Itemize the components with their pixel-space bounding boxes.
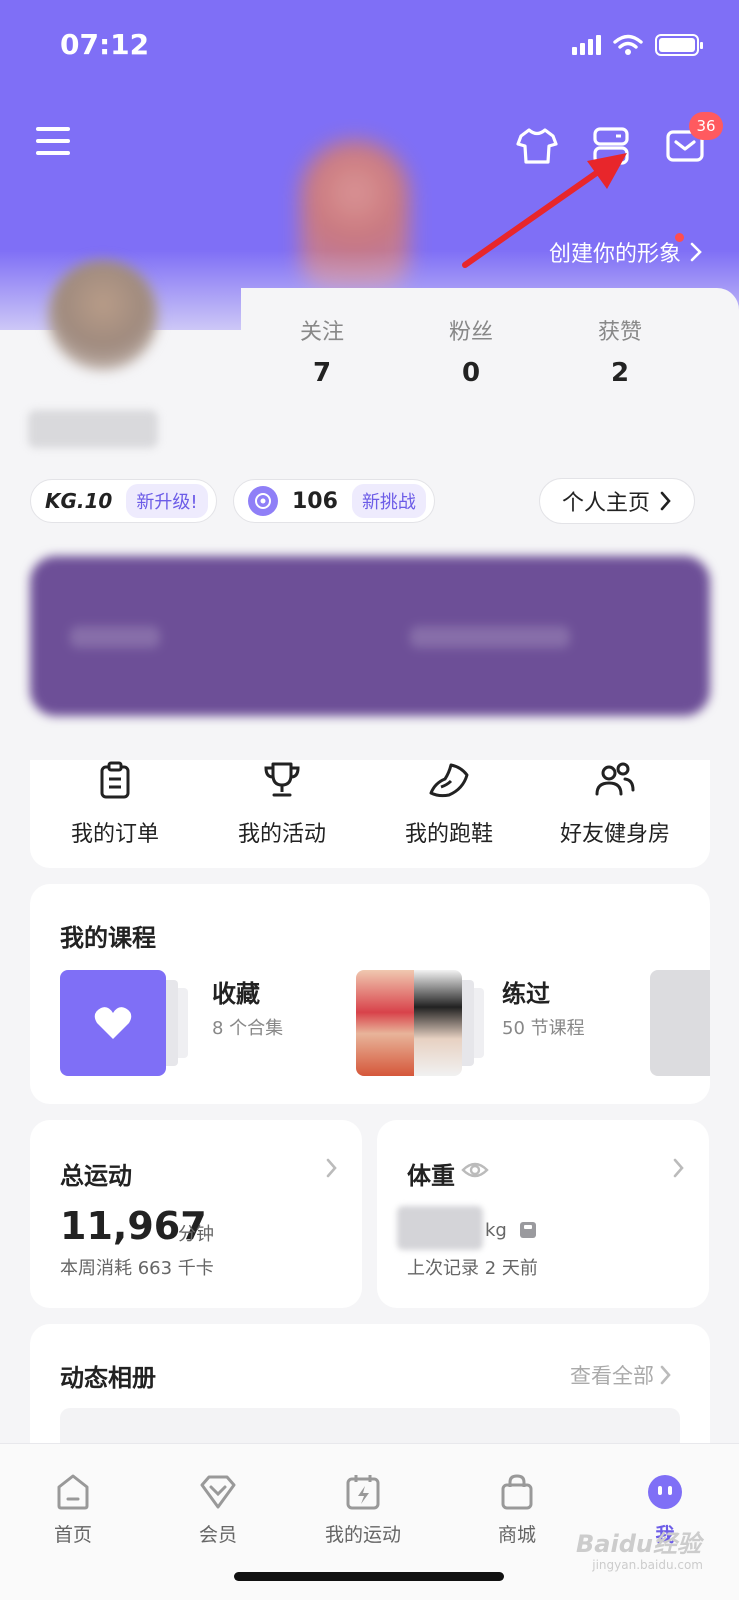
promo-banner-blurred[interactable] [30,556,710,716]
tab-label: 会员 [198,1524,237,1546]
calendar-bolt-icon [346,1475,380,1510]
tab-member[interactable]: 会员 [158,1470,278,1547]
friends-gym-button[interactable]: 好友健身房 [530,760,700,848]
level-tag: 新升级! [126,484,208,518]
tab-label: 首页 [53,1524,92,1546]
more-course-cover[interactable] [650,970,710,1076]
points-pill[interactable]: 106 新挑战 [233,479,435,523]
my-orders-button[interactable]: 我的订单 [30,760,200,848]
stat-label: 粉丝 [448,320,493,345]
personal-page-button[interactable]: 个人主页 [538,478,695,524]
my-courses-card: 我的课程 收藏 8 个合集 练过 50 节课程 [30,884,710,1104]
album-preview[interactable] [60,1408,680,1448]
stat-label: 获赞 [597,320,642,345]
tab-label: 我的运动 [324,1524,401,1546]
social-stats: 关注 7 粉丝 0 获赞 2 [241,288,739,458]
points-value: 106 [292,488,338,514]
trophy-icon [264,762,300,797]
eye-icon[interactable] [461,1160,489,1180]
me-face-icon [648,1475,682,1509]
tab-my-sports[interactable]: 我的运动 [303,1470,423,1547]
watermark-logo: Baidu经验 [576,1530,701,1558]
cellular-signal-icon [572,35,601,55]
kg-unit: kg [485,1220,507,1241]
points-tag: 新挑战 [351,484,426,518]
shoe-icon [429,763,469,798]
chevron-right-icon [690,242,702,262]
friends-icon [595,762,635,796]
status-time: 07:12 [60,28,150,61]
course-subtitle: 8 个合集 [212,1018,284,1039]
chevron-right-icon [326,1158,337,1178]
view-all-label: 查看全部 [570,1364,654,1388]
cover-stack [474,988,484,1058]
chevron-right-icon [660,491,671,511]
clipboard-icon [100,761,130,799]
practiced-cover-image[interactable] [356,970,462,1076]
create-avatar-link[interactable]: 创建你的形象 [549,236,703,268]
section-title: 我的课程 [60,924,156,952]
album-card: 动态相册 查看全部 [30,1324,710,1448]
tab-home[interactable]: 首页 [13,1470,133,1547]
watermark-url: jingyan.baidu.com [592,1558,703,1572]
create-avatar-label: 创建你的形象 [548,242,681,267]
personal-page-label: 个人主页 [561,491,650,516]
user-name-blurred [28,410,158,448]
stat-value: 0 [461,358,481,388]
cover-stack [178,988,188,1058]
quick-label: 我的跑鞋 [404,822,493,847]
my-shoes-button[interactable]: 我的跑鞋 [364,760,534,848]
favorites-cover[interactable] [60,970,166,1076]
wifi-icon [613,34,643,55]
section-title: 动态相册 [60,1364,156,1392]
stat-following[interactable]: 关注 7 [267,314,377,388]
menu-icon[interactable] [36,124,70,158]
minutes-unit: 分钟 [178,1224,214,1245]
level-pill[interactable]: KG.10 新升级! [30,479,217,523]
card-title: 体重 [407,1162,455,1190]
quick-label: 我的订单 [70,822,159,847]
level-text: KG.10 [45,489,113,513]
course-title[interactable]: 收藏 [212,974,260,1009]
course-subtitle: 50 节课程 [502,1018,585,1039]
home-indicator[interactable] [234,1572,504,1581]
course-title[interactable]: 练过 [502,974,550,1009]
tab-mall[interactable]: 商城 [457,1470,577,1547]
home-icon [57,1474,89,1510]
weekly-calories: 本周消耗 663 千卡 [60,1258,214,1279]
stat-followers[interactable]: 粉丝 0 [416,314,526,388]
member-icon [200,1475,236,1509]
heart-icon [94,1007,132,1039]
medal-icon [248,486,278,516]
chevron-right-icon [673,1158,684,1178]
stat-value: 2 [610,358,630,388]
total-exercise-card[interactable]: 总运动 11,967 分钟 本周消耗 663 千卡 [30,1120,362,1308]
avatar[interactable] [48,260,158,370]
bag-icon [501,1474,533,1510]
weight-card[interactable]: 体重 kg 上次记录 2 天前 [377,1120,709,1308]
cover-stack [166,980,178,1066]
quick-label: 我的活动 [237,822,326,847]
quick-actions: 我的订单 我的活动 我的跑鞋 好友健身房 [30,760,710,868]
view-all-link[interactable]: 查看全部 [570,1360,672,1390]
unread-badge: 36 [689,112,723,140]
messages-button[interactable]: 36 [661,112,723,170]
tab-label: 商城 [497,1524,536,1546]
last-record: 上次记录 2 天前 [407,1258,538,1279]
stat-value: 7 [312,358,332,388]
scale-icon [520,1222,536,1238]
battery-icon [655,34,703,56]
stat-likes[interactable]: 获赞 2 [565,314,675,388]
cover-stack [462,980,474,1066]
weight-value-blurred [397,1206,483,1250]
card-title: 总运动 [60,1162,132,1190]
chevron-right-icon [660,1365,671,1385]
stat-label: 关注 [299,320,344,345]
status-icons [572,34,703,56]
my-activities-button[interactable]: 我的活动 [197,760,367,848]
quick-label: 好友健身房 [559,822,670,847]
